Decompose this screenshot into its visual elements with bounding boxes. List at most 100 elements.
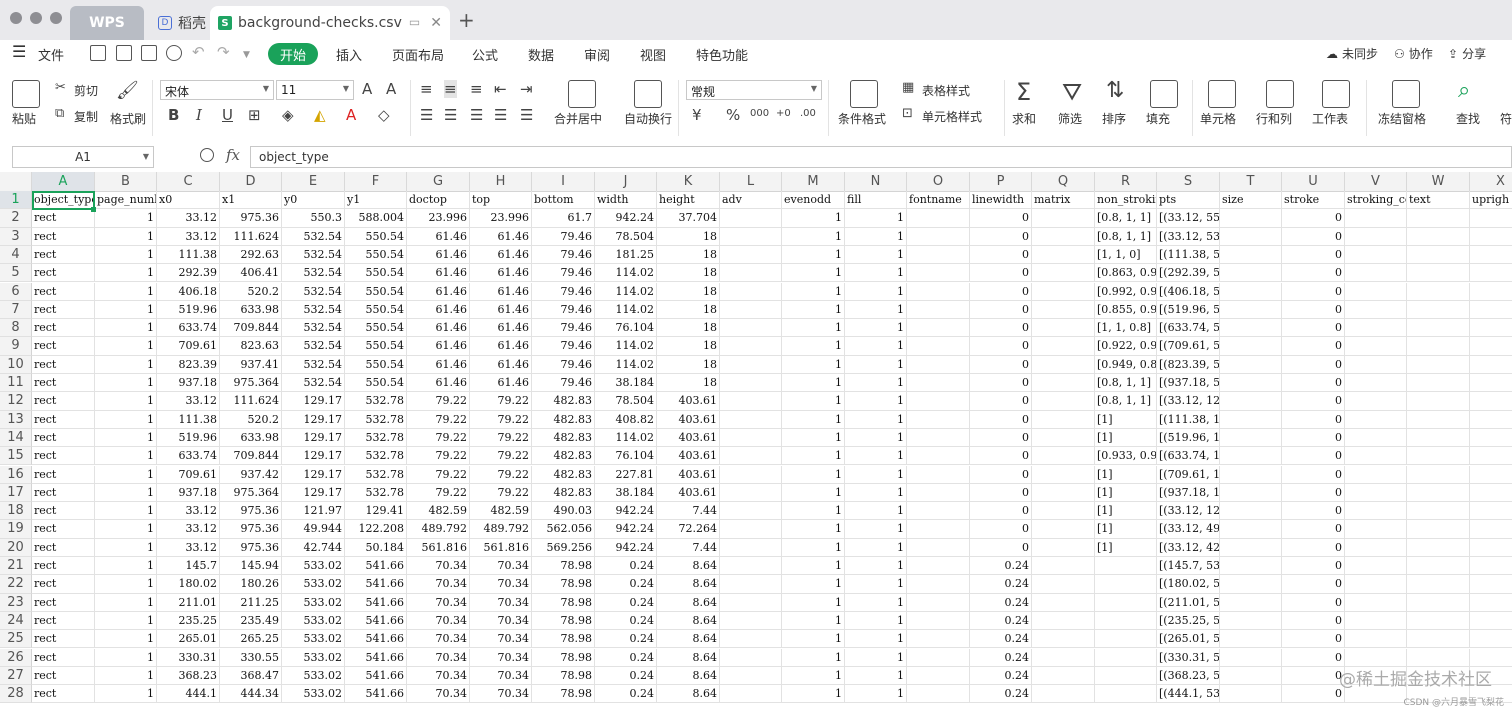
cell-icon[interactable] <box>1208 80 1236 108</box>
column-header-O[interactable]: O <box>907 172 970 191</box>
cell-T19[interactable] <box>1220 520 1282 539</box>
cell-I12[interactable]: 482.83 <box>532 392 595 411</box>
percent-icon[interactable]: % <box>726 106 740 124</box>
cell-B19[interactable]: 1 <box>95 520 157 539</box>
cell-H3[interactable]: 61.46 <box>470 227 532 246</box>
cell-M20[interactable]: 1 <box>782 538 845 557</box>
filter-icon[interactable]: ⛛ <box>1062 78 1082 106</box>
menu-review[interactable]: 审阅 <box>584 45 610 64</box>
cell-H26[interactable]: 70.34 <box>470 648 532 667</box>
cell-M15[interactable]: 1 <box>782 447 845 466</box>
cell-V6[interactable] <box>1345 282 1407 301</box>
cell-U11[interactable]: 0 <box>1282 374 1345 393</box>
cell-U4[interactable]: 0 <box>1282 245 1345 265</box>
cell-A12[interactable]: rect <box>32 392 95 411</box>
align-bottom-icon[interactable]: ≡ <box>470 80 483 98</box>
wrap-text-icon[interactable] <box>634 80 662 108</box>
cell-K5[interactable]: 18 <box>657 264 720 283</box>
cell-S19[interactable]: [(33.12, 49.944), (975.36, <box>1157 520 1220 539</box>
cell-T27[interactable] <box>1220 666 1282 686</box>
cell-D8[interactable]: 709.844 <box>220 319 282 338</box>
cell-L28[interactable] <box>720 685 782 704</box>
function-icon[interactable]: fx <box>226 146 240 164</box>
cell-V18[interactable] <box>1345 502 1407 521</box>
cell-T3[interactable] <box>1220 227 1282 246</box>
row-header-9[interactable]: 9 <box>0 337 32 356</box>
align-right-icon[interactable]: ☰ <box>470 106 483 124</box>
cell-G22[interactable]: 70.34 <box>407 575 470 594</box>
cell-V1[interactable]: stroking_co <box>1345 191 1407 210</box>
row-header-24[interactable]: 24 <box>0 611 32 631</box>
cell-J14[interactable]: 114.02 <box>595 428 657 448</box>
cell-D21[interactable]: 145.94 <box>220 557 282 576</box>
cell-L17[interactable] <box>720 483 782 503</box>
cell-C9[interactable]: 709.61 <box>157 337 220 356</box>
cell-D17[interactable]: 975.364 <box>220 483 282 503</box>
cell-R2[interactable]: [0.8, 1, 1] <box>1095 209 1157 228</box>
cell-F13[interactable]: 532.78 <box>345 410 407 429</box>
cell-O3[interactable] <box>907 227 970 246</box>
cell-D7[interactable]: 633.98 <box>220 300 282 320</box>
cell-I28[interactable]: 78.98 <box>532 685 595 704</box>
cell-S18[interactable]: [(33.12, 121.97), (975.36, <box>1157 502 1220 521</box>
cell-U14[interactable]: 0 <box>1282 428 1345 448</box>
cell-M26[interactable]: 1 <box>782 648 845 667</box>
cell-W19[interactable] <box>1407 520 1470 539</box>
font-size-select[interactable]: 11 ▼ <box>276 80 354 100</box>
cell-style-icon[interactable]: ⊡ <box>902 106 913 121</box>
cell-U23[interactable]: 0 <box>1282 593 1345 612</box>
cell-W18[interactable] <box>1407 502 1470 521</box>
cell-V24[interactable] <box>1345 611 1407 631</box>
cell-O9[interactable] <box>907 337 970 356</box>
close-window-icon[interactable] <box>10 12 22 24</box>
justify-icon[interactable]: ☰ <box>494 106 507 124</box>
cell-C3[interactable]: 33.12 <box>157 227 220 246</box>
column-header-E[interactable]: E <box>282 172 345 191</box>
cell-C23[interactable]: 211.01 <box>157 593 220 612</box>
cell-E9[interactable]: 532.54 <box>282 337 345 356</box>
cell-A13[interactable]: rect <box>32 410 95 429</box>
tab-daoke[interactable]: D 稻壳 <box>150 6 214 40</box>
share-button[interactable]: ⇪ 分享 <box>1448 45 1486 62</box>
cell-R28[interactable] <box>1095 685 1157 704</box>
cell-O23[interactable] <box>907 593 970 612</box>
cell-X15[interactable] <box>1470 447 1512 466</box>
cell-O8[interactable] <box>907 319 970 338</box>
cell-S16[interactable]: [(709.61, 129.17), (937.42 <box>1157 465 1220 484</box>
cell-I2[interactable]: 61.7 <box>532 209 595 228</box>
column-header-D[interactable]: D <box>220 172 282 191</box>
cell-F21[interactable]: 541.66 <box>345 557 407 576</box>
cell-Q15[interactable] <box>1032 447 1095 466</box>
cell-D16[interactable]: 937.42 <box>220 465 282 484</box>
cell-X11[interactable] <box>1470 374 1512 393</box>
cell-P17[interactable]: 0 <box>970 483 1032 503</box>
cell-B26[interactable]: 1 <box>95 648 157 667</box>
cell-H21[interactable]: 70.34 <box>470 557 532 576</box>
cell-P13[interactable]: 0 <box>970 410 1032 429</box>
cell-Q5[interactable] <box>1032 264 1095 283</box>
cell-S14[interactable]: [(519.96, 129.17), (633.98 <box>1157 428 1220 448</box>
cell-M11[interactable]: 1 <box>782 374 845 393</box>
cell-G28[interactable]: 70.34 <box>407 685 470 704</box>
column-header-W[interactable]: W <box>1407 172 1470 191</box>
cell-P6[interactable]: 0 <box>970 282 1032 301</box>
cell-F8[interactable]: 550.54 <box>345 319 407 338</box>
cell-H23[interactable]: 70.34 <box>470 593 532 612</box>
cell-T8[interactable] <box>1220 319 1282 338</box>
cell-I15[interactable]: 482.83 <box>532 447 595 466</box>
cell-G24[interactable]: 70.34 <box>407 611 470 631</box>
cell-N14[interactable]: 1 <box>845 428 907 448</box>
cell-F18[interactable]: 129.41 <box>345 502 407 521</box>
cell-D11[interactable]: 975.364 <box>220 374 282 393</box>
cell-P22[interactable]: 0.24 <box>970 575 1032 594</box>
cell-L10[interactable] <box>720 355 782 374</box>
menu-special[interactable]: 特色功能 <box>696 45 748 64</box>
cell-O12[interactable] <box>907 392 970 411</box>
cell-J3[interactable]: 78.504 <box>595 227 657 246</box>
cell-U5[interactable]: 0 <box>1282 264 1345 283</box>
cell-O27[interactable] <box>907 666 970 686</box>
cell-K15[interactable]: 403.61 <box>657 447 720 466</box>
cell-B23[interactable]: 1 <box>95 593 157 612</box>
cell-L22[interactable] <box>720 575 782 594</box>
cell-E26[interactable]: 533.02 <box>282 648 345 667</box>
